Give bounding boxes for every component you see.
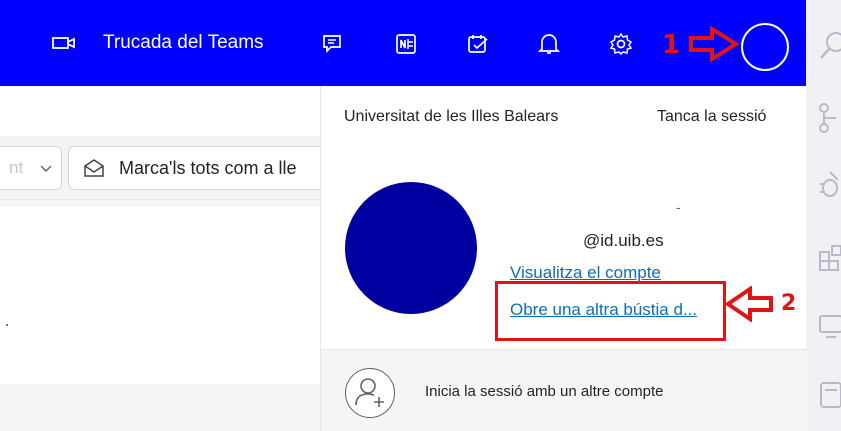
sign-in-other-label: Inicia la sessió amb un altre compte [425, 383, 664, 400]
teams-chat-icon[interactable] [318, 30, 346, 58]
annotation-step-1: 1 [662, 30, 681, 60]
annotation-highlight-box [495, 281, 726, 341]
bug-icon[interactable] [816, 168, 841, 200]
filter-dropdown-label: nt [9, 158, 24, 177]
list-dot [6, 324, 8, 326]
add-person-icon [345, 368, 395, 418]
bell-icon[interactable] [535, 30, 563, 58]
view-account-link[interactable]: Visualitza el compte [510, 263, 661, 283]
onenote-icon[interactable] [392, 30, 420, 58]
help-icon[interactable] [684, 30, 704, 56]
top-bar: Trucada del Teams 1 [0, 0, 806, 86]
envelope-open-icon [83, 158, 105, 183]
account-manager-panel: Universitat de les Illes Balears Tanca l… [320, 86, 807, 431]
flow-icon[interactable] [816, 102, 841, 134]
sign-in-other-row[interactable]: Inicia la sessió amb un altre compte [321, 349, 807, 431]
chevron-down-icon [39, 161, 53, 180]
organization-name: Universitat de les Illes Balears [344, 108, 559, 125]
sign-out-link[interactable]: Tanca la sessió [657, 108, 766, 126]
filter-dropdown[interactable]: nt [0, 146, 62, 190]
screen-icon[interactable] [816, 310, 841, 342]
mail-toolbar: nt Marca'ls tots com a lle [0, 136, 338, 200]
apps-icon[interactable] [816, 242, 841, 274]
profile-avatar [345, 182, 477, 314]
todo-icon[interactable] [464, 30, 492, 58]
gear-icon[interactable] [607, 30, 635, 58]
mail-list [0, 207, 320, 384]
teams-call-label: Trucada del Teams [103, 32, 264, 53]
mark-all-read-button[interactable]: Marca'ls tots com a lle [68, 146, 338, 190]
mail-list-bottom [0, 384, 320, 431]
video-icon [52, 35, 78, 51]
mark-all-read-label: Marca'ls tots com a lle [119, 158, 297, 178]
annotation-step-2: 2 [781, 291, 797, 316]
mail-background: nt Marca'ls tots com a lle [0, 86, 338, 431]
red-arrow-left-icon [724, 285, 775, 327]
account-avatar-button[interactable] [741, 23, 789, 71]
document-icon[interactable] [816, 378, 841, 410]
search-icon[interactable] [816, 30, 841, 62]
account-name: - [676, 199, 681, 215]
right-app-rail [806, 0, 841, 431]
mail-header-blank [0, 86, 320, 136]
account-email: @id.uib.es [583, 231, 664, 250]
